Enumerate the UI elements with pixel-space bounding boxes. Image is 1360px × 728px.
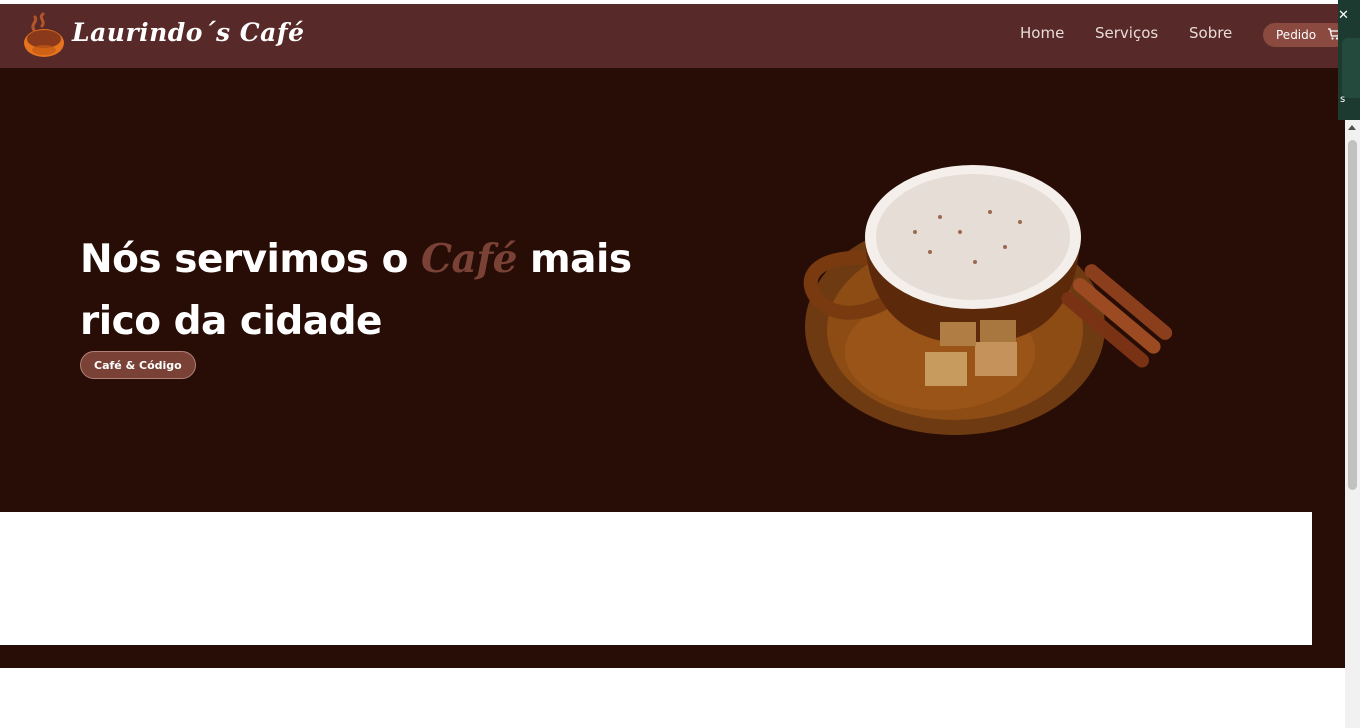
coffee-cup-image xyxy=(803,165,1173,435)
hero-title: Nós servimos o Café mais rico da cidade xyxy=(80,228,680,353)
content-panel xyxy=(0,512,1312,645)
scrollbar[interactable] xyxy=(1345,120,1360,728)
brand-name[interactable]: Laurindo´s Café xyxy=(72,18,305,47)
nav-link-servicos[interactable]: Serviços xyxy=(1095,24,1158,42)
navbar: Laurindo´s Café Home Serviços Sobre Pedi… xyxy=(0,4,1347,68)
hero-tag-button[interactable]: Café & Código xyxy=(80,351,196,379)
close-icon[interactable]: ✕ xyxy=(1338,8,1349,23)
nav-link-home[interactable]: Home xyxy=(1020,24,1064,42)
side-panel-tab[interactable] xyxy=(1342,38,1360,98)
nav-link-sobre[interactable]: Sobre xyxy=(1189,24,1232,42)
side-panel-glyph: s xyxy=(1340,94,1346,105)
scrollbar-thumb[interactable] xyxy=(1348,140,1357,490)
coffee-cup-logo-icon[interactable] xyxy=(20,12,68,60)
scroll-up-arrow-icon[interactable] xyxy=(1348,125,1356,130)
hero-title-start: Nós servimos o xyxy=(80,237,422,282)
hero-title-accent: Café xyxy=(421,236,517,282)
order-button-label: Pedido xyxy=(1276,28,1317,42)
order-button[interactable]: Pedido xyxy=(1263,23,1347,47)
